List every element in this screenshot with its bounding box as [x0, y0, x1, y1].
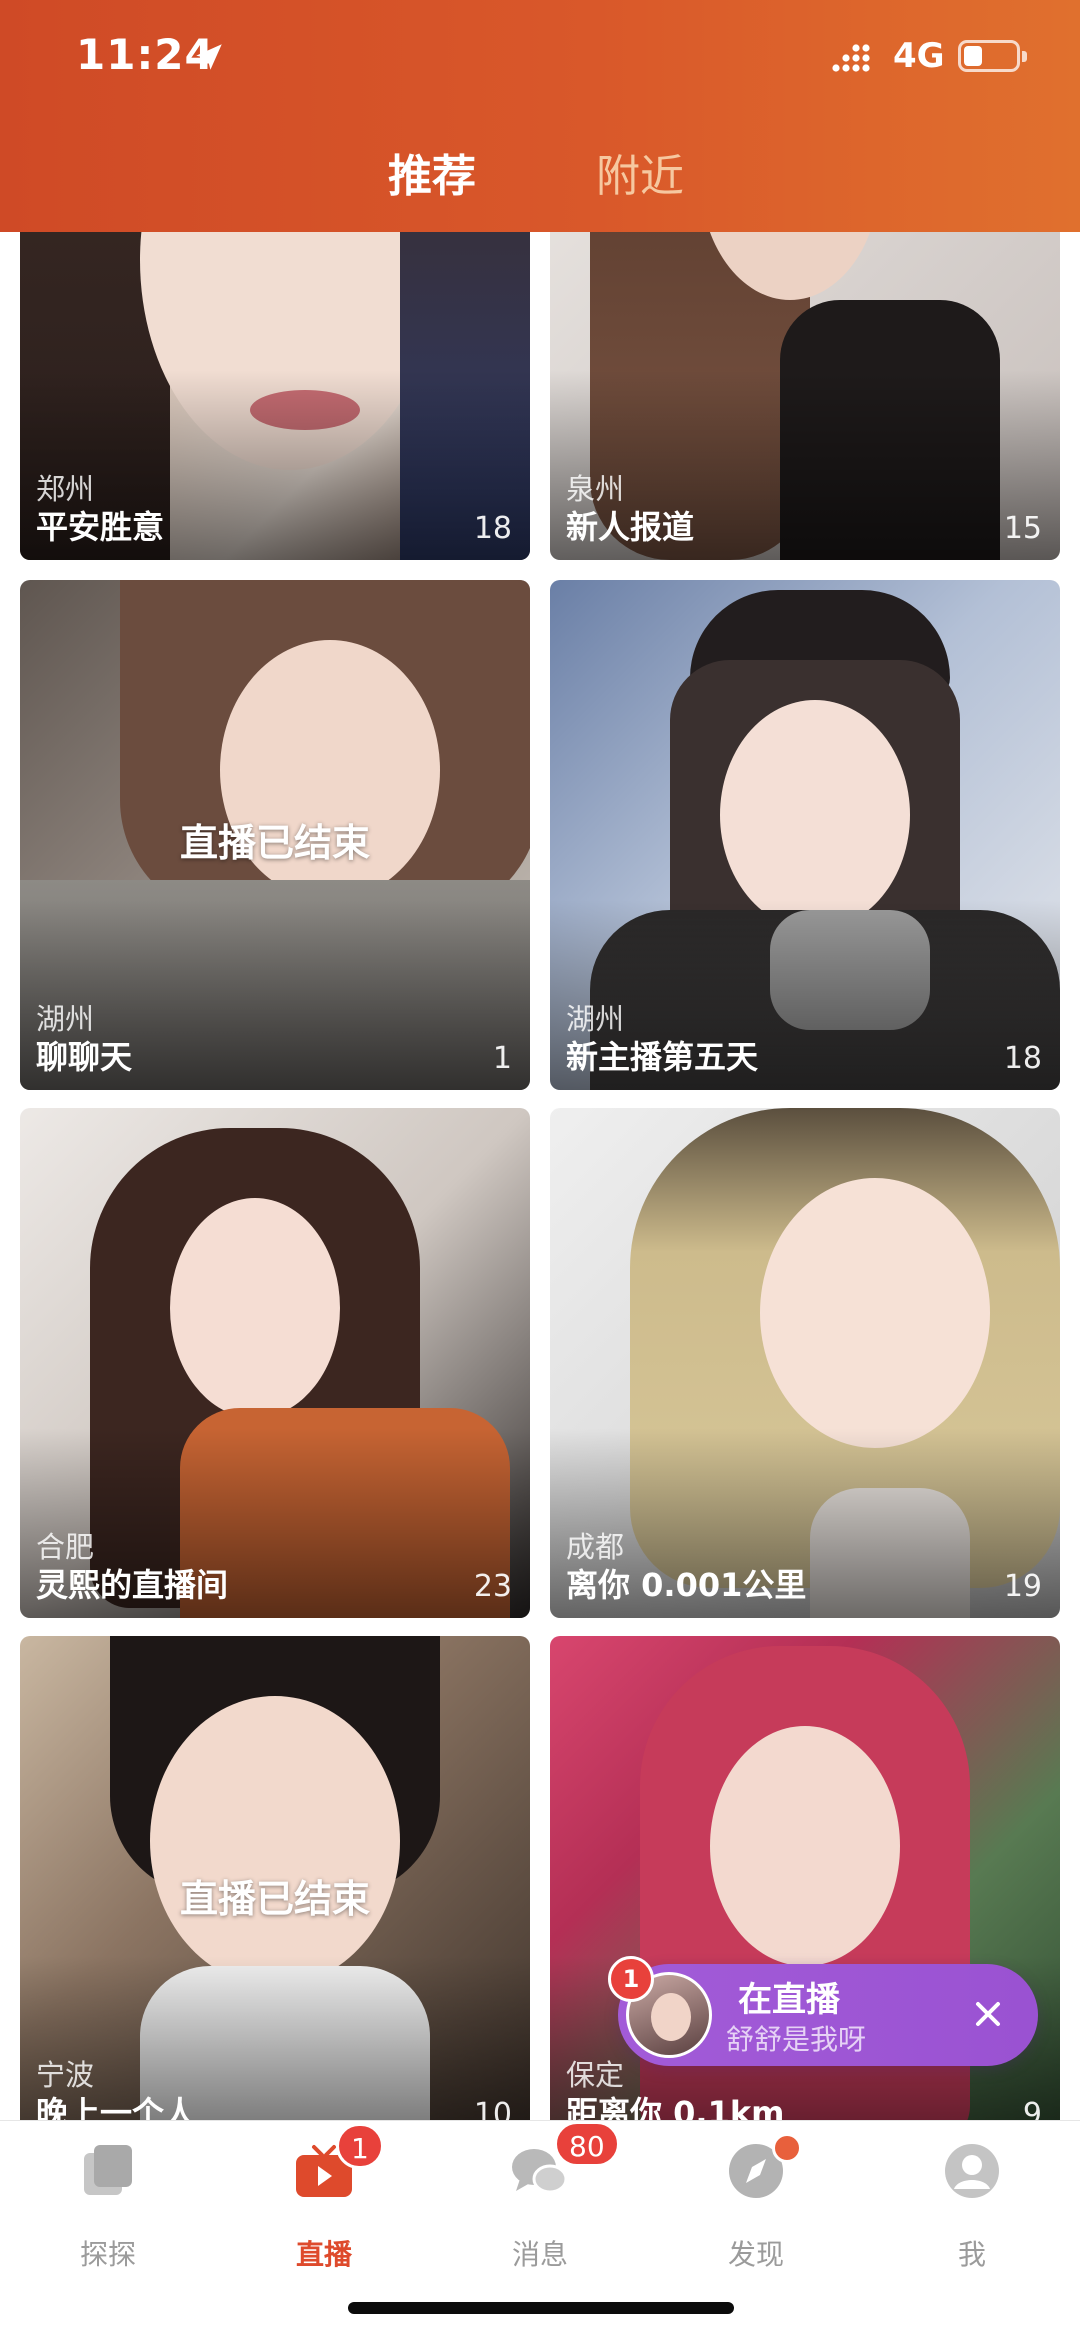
live-badge: 1 — [336, 2123, 384, 2169]
viewer-count: 18 — [473, 511, 512, 546]
app-root: 11:24 4G 推荐 附近 郑州 平安胜意 18 泉州 新人报道 15 直播已… — [0, 0, 1080, 2337]
live-now-popup[interactable]: 1 在直播 舒舒是我呀 — [608, 1956, 1038, 2066]
nav-label: 探探 — [79, 2238, 136, 2271]
card-title: 新人报道 — [566, 508, 695, 546]
card-title: 聊聊天 — [36, 1038, 133, 1076]
profile-icon — [945, 2144, 999, 2198]
card-title: 平安胜意 — [36, 508, 165, 546]
messages-badge: 80 — [554, 2121, 620, 2167]
stream-card[interactable]: 直播已结束 湖州 聊聊天 1 — [20, 580, 530, 1090]
viewer-count: 18 — [1003, 1041, 1042, 1076]
stream-card[interactable]: 直播已结束 宁波 晚上一个人 10 — [20, 1636, 530, 2146]
nav-label: 我 — [957, 2238, 986, 2271]
tab-nearby[interactable]: 附近 — [596, 140, 684, 204]
viewer-count: 15 — [1003, 511, 1042, 546]
tab-recommend[interactable]: 推荐 — [388, 140, 476, 204]
header-bar: 11:24 4G 推荐 附近 — [0, 0, 1080, 232]
nav-item-messages[interactable]: 80 消息 — [432, 2121, 648, 2281]
battery-icon — [958, 40, 1027, 72]
stream-ended-label: 直播已结束 — [179, 821, 370, 865]
notification-dot — [772, 2133, 802, 2163]
nav-item-live[interactable]: 1 直播 — [216, 2123, 432, 2281]
stream-ended-label: 直播已结束 — [179, 1877, 370, 1921]
live-streamer-name: 舒舒是我呀 — [726, 2023, 867, 2056]
viewer-count: 1 — [492, 1041, 512, 1076]
nav-item-discover[interactable]: 发现 — [648, 2133, 864, 2281]
location-arrow-icon — [196, 44, 222, 70]
card-title: 离你 0.001公里 — [566, 1566, 807, 1604]
nav-label: 消息 — [511, 2238, 568, 2271]
stream-card[interactable]: 湖州 新主播第五天 18 — [550, 580, 1060, 1090]
viewer-count: 23 — [473, 1569, 512, 1604]
stream-card[interactable]: 合肥 灵熙的直播间 23 — [20, 1108, 530, 1618]
nav-item-tantan[interactable]: 探探 — [0, 2141, 216, 2281]
card-title: 新主播第五天 — [566, 1038, 759, 1076]
top-tabs: 推荐 附近 — [0, 140, 1080, 210]
stream-card[interactable]: 保定 距离你 0.1km 9 — [550, 1636, 1060, 2146]
live-title: 在直播 — [738, 1980, 840, 2020]
signal-icon — [832, 44, 870, 72]
cards-icon — [84, 2145, 132, 2195]
nav-item-me[interactable]: 我 — [864, 2141, 1080, 2281]
stream-card[interactable]: 成都 离你 0.001公里 19 — [550, 1108, 1060, 1618]
nav-label: 直播 — [295, 2238, 352, 2271]
network-type: 4G — [893, 36, 945, 76]
viewer-count: 19 — [1003, 1569, 1042, 1604]
nav-label: 发现 — [727, 2238, 784, 2271]
close-icon[interactable] — [968, 1994, 1008, 2034]
live-count-badge: 1 — [608, 1956, 654, 2002]
card-title: 灵熙的直播间 — [36, 1566, 229, 1604]
home-indicator[interactable] — [348, 2302, 734, 2314]
